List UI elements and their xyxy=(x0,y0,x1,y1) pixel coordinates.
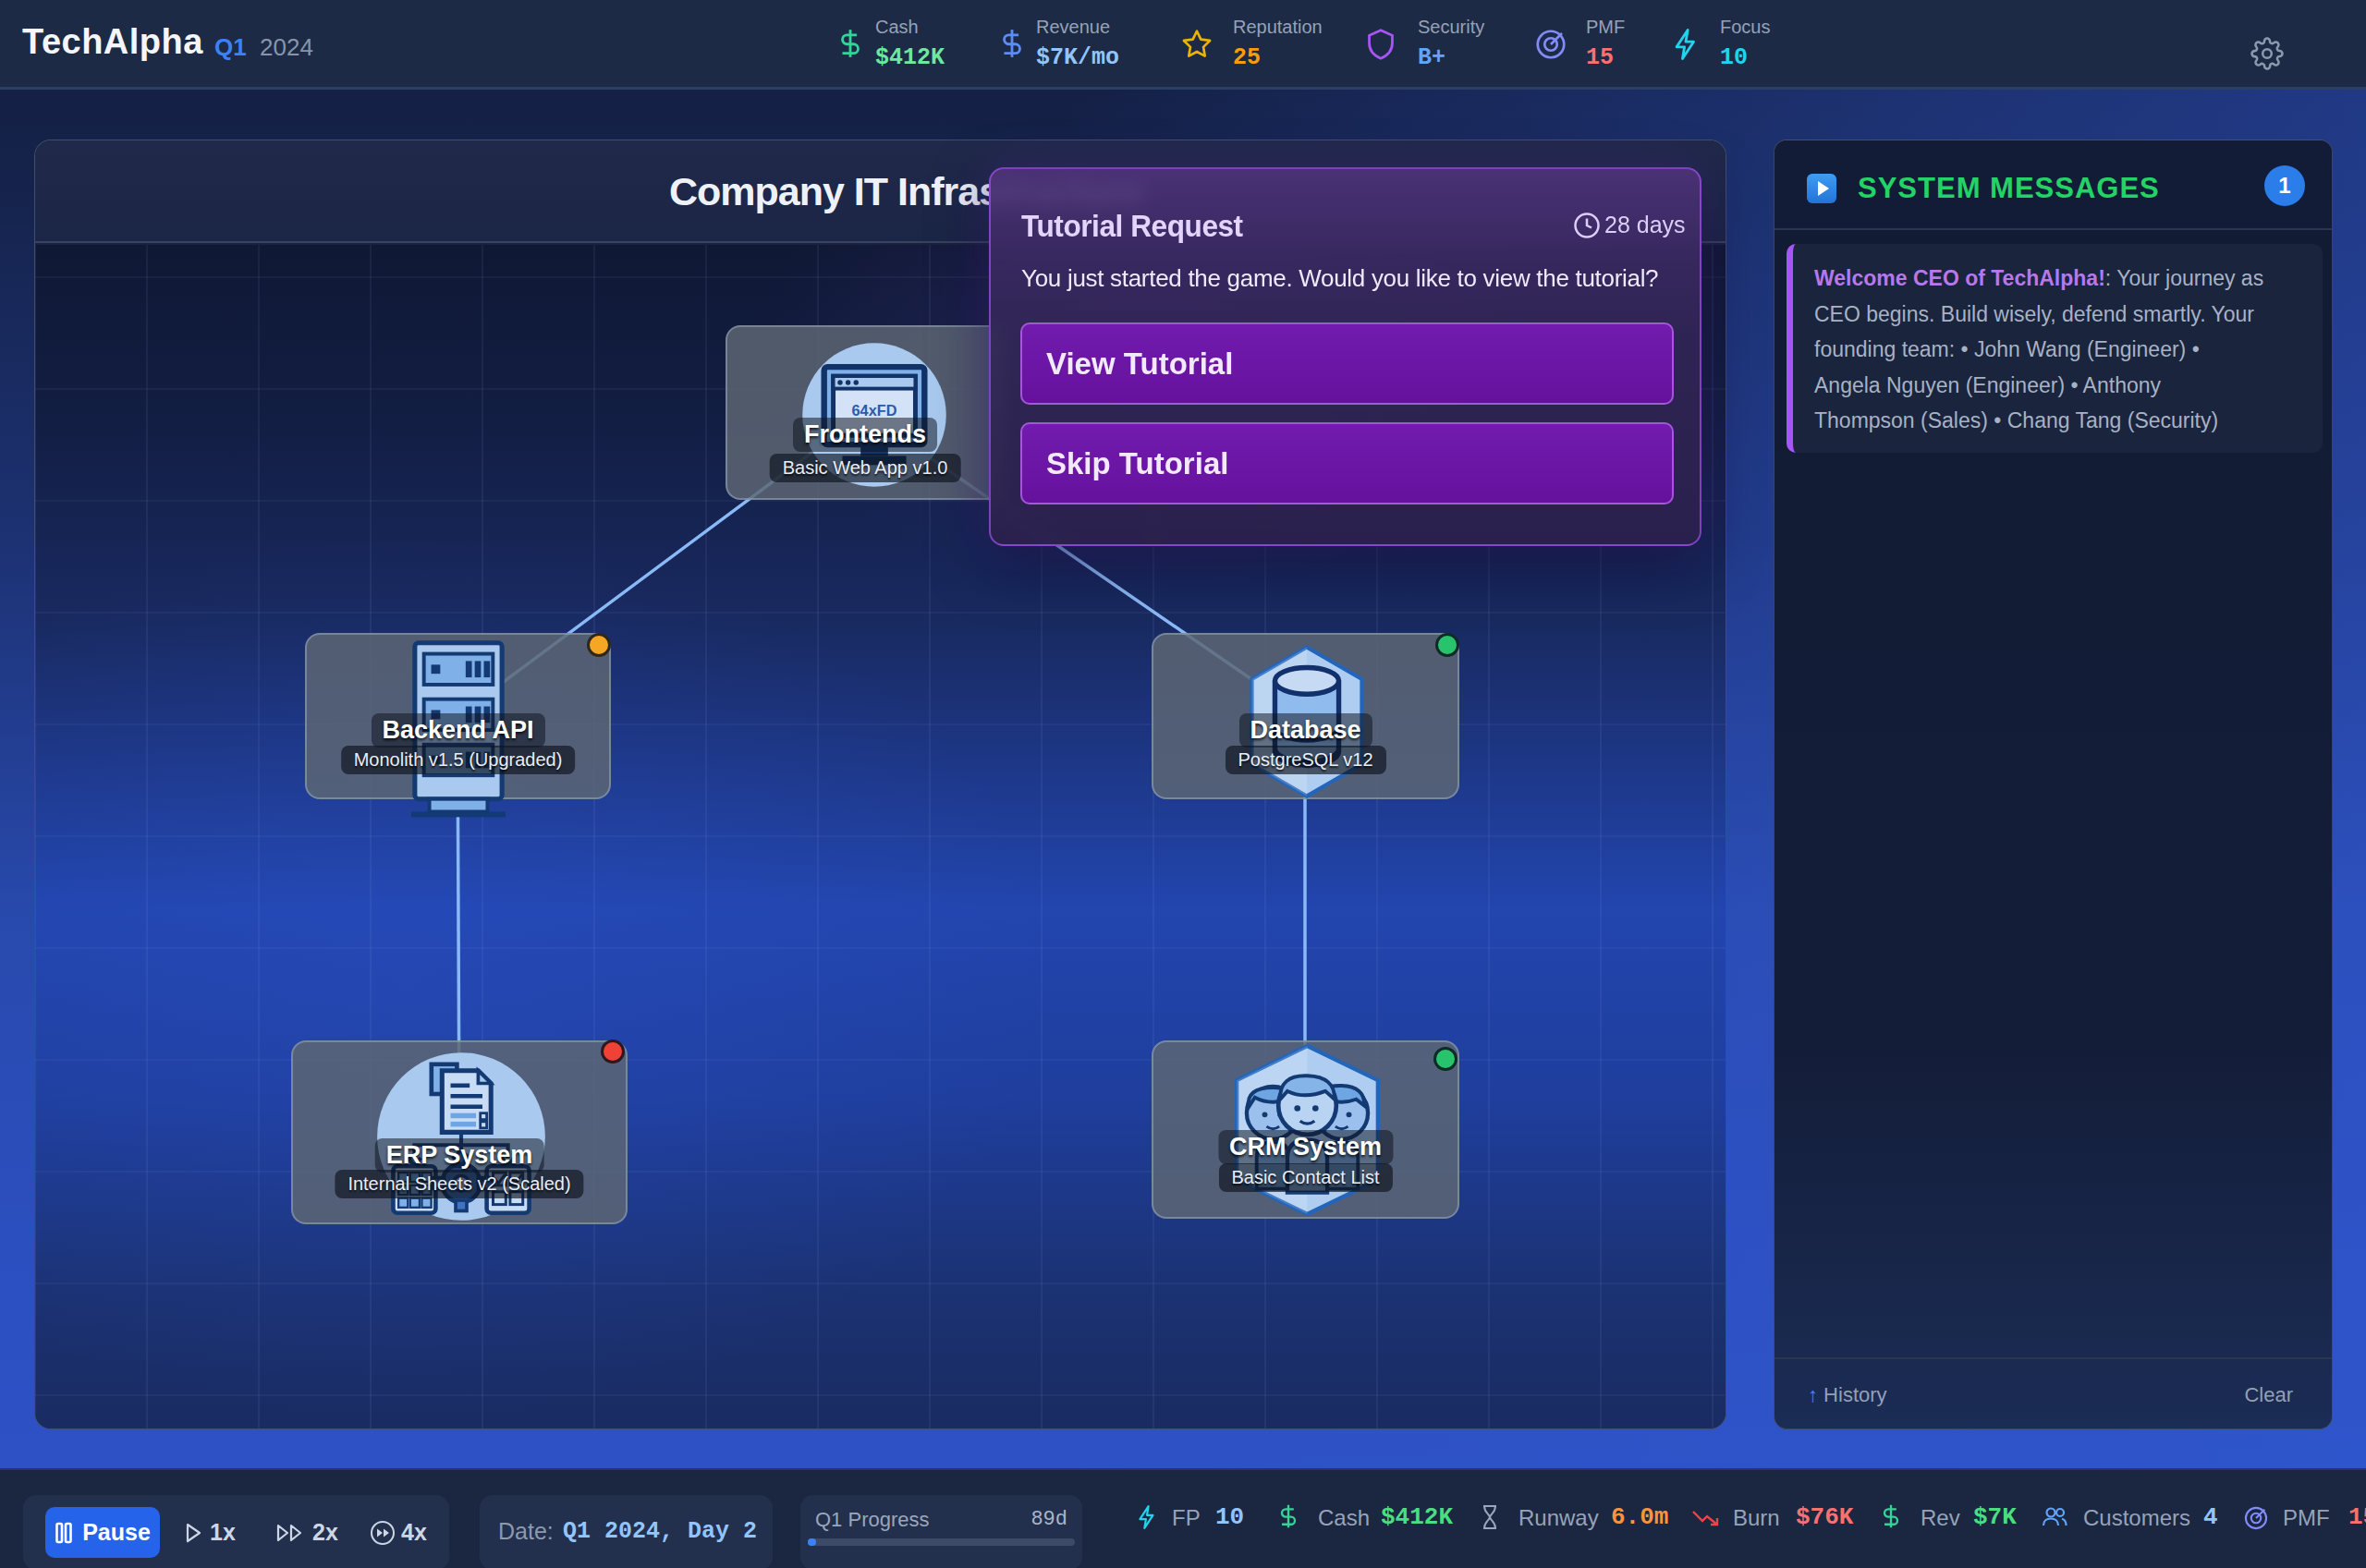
svg-text:64xFD: 64xFD xyxy=(852,402,897,419)
